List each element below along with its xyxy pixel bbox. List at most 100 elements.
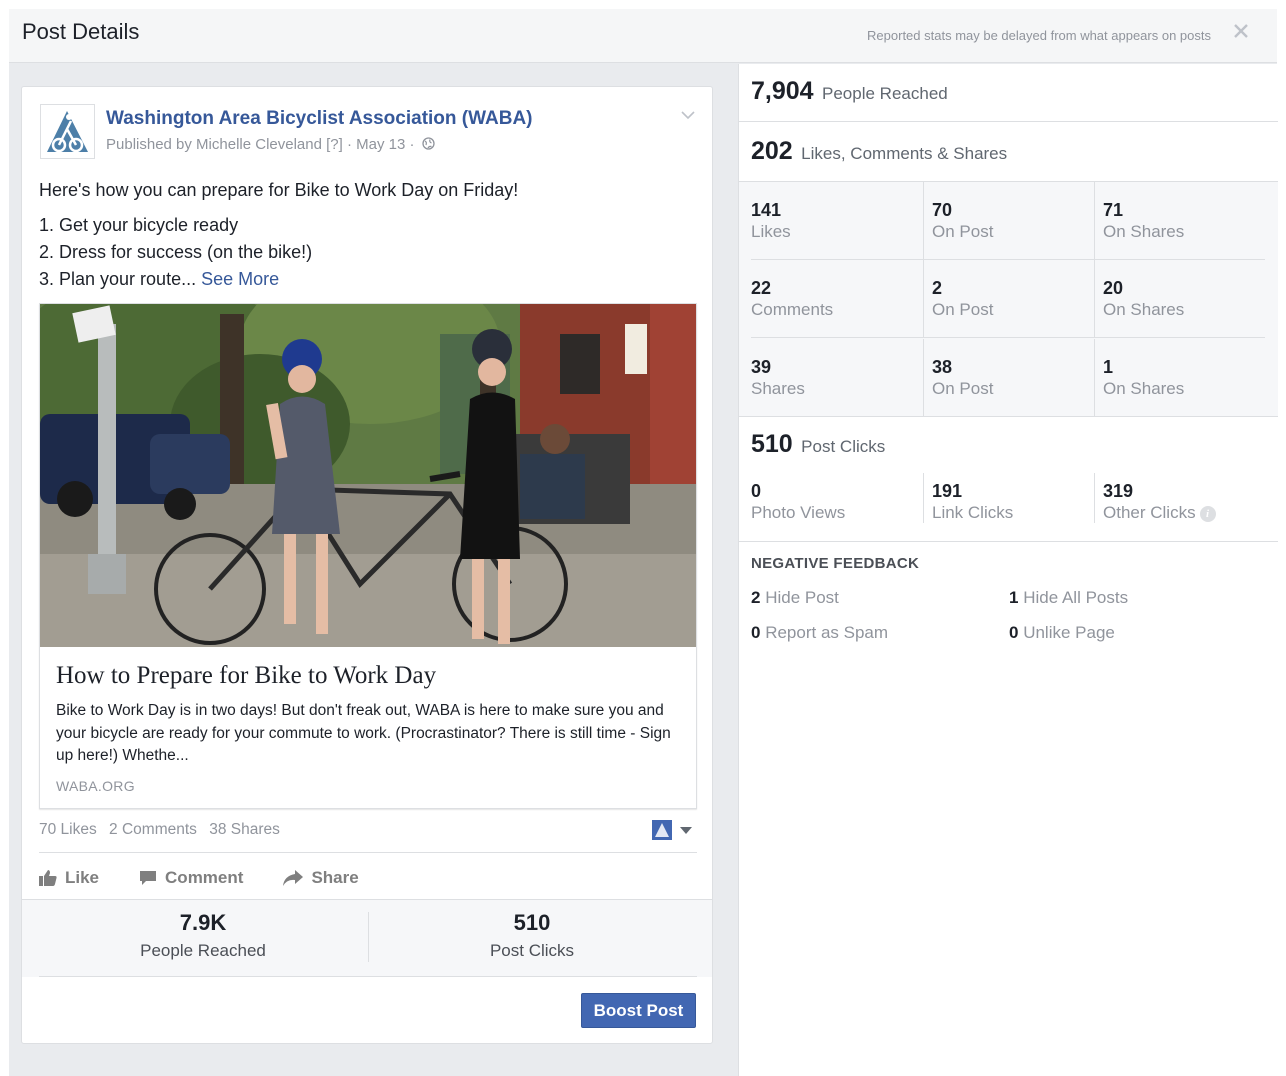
- post-clicks-value: 510: [751, 430, 793, 458]
- comments-count-link[interactable]: 2 Comments: [109, 821, 197, 838]
- link-attachment[interactable]: How to Prepare for Bike to Work Day Bike…: [39, 303, 697, 809]
- hide-all-posts-stat: 1 Hide All Posts: [1009, 588, 1128, 608]
- stat-label: Other Clicks: [1103, 503, 1196, 522]
- shares-count-link[interactable]: 38 Shares: [209, 821, 280, 838]
- post-clicks-section: 510 Post Clicks 0 Photo Views 191 Link C…: [739, 417, 1278, 542]
- page-name-link[interactable]: Washington Area Bicyclist Association (W…: [106, 108, 533, 130]
- waba-logo-icon: [41, 105, 94, 158]
- share-button[interactable]: Share: [283, 863, 359, 893]
- comments-on-shares-cell: 20 On Shares: [1094, 260, 1265, 338]
- close-icon[interactable]: [1231, 21, 1251, 41]
- link-description: Bike to Work Day is in two days! But don…: [56, 702, 671, 764]
- dialog-header: Post Details Reported stats may be delay…: [9, 9, 1277, 63]
- post-text-line: 3. Plan your route...: [39, 269, 197, 289]
- link-clicks-cell: 191 Link Clicks: [923, 473, 1093, 523]
- stat-label: Hide Post: [765, 588, 839, 607]
- comments-breakdown-row: 22 Comments 2 On Post 20 On Shares: [751, 260, 1265, 338]
- boost-post-button[interactable]: Boost Post: [581, 993, 696, 1028]
- post-clicks-label: Post Clicks: [801, 437, 886, 456]
- negative-feedback-title: NEGATIVE FEEDBACK: [751, 555, 920, 572]
- stat-value: 20: [1103, 278, 1124, 298]
- stat-label: On Shares: [1103, 222, 1185, 241]
- comment-icon: [140, 871, 157, 885]
- post-preview-pane: Washington Area Bicyclist Association (W…: [9, 64, 738, 1076]
- stat-value: 0: [1009, 623, 1019, 642]
- share-label: Share: [311, 868, 359, 887]
- unlike-page-stat: 0 Unlike Page: [1009, 623, 1115, 643]
- post-as-caret-icon[interactable]: [680, 827, 692, 834]
- likes-on-shares-cell: 71 On Shares: [1094, 182, 1265, 260]
- engagement-counts: 70 Likes 2 Comments 38 Shares: [39, 821, 288, 839]
- stat-label: On Post: [932, 222, 994, 241]
- comments-on-post-cell: 2 On Post: [923, 260, 1093, 338]
- post-card: Washington Area Bicyclist Association (W…: [21, 86, 713, 1044]
- stat-label: Link Clicks: [932, 503, 1014, 522]
- stat-label: Shares: [751, 379, 805, 398]
- post-byline: Published by Michelle Cleveland [?] · Ma…: [106, 136, 435, 153]
- link-title[interactable]: How to Prepare for Bike to Work Day: [56, 662, 436, 690]
- stat-label: Hide All Posts: [1023, 588, 1129, 607]
- shares-on-shares-cell: 1 On Shares: [1094, 339, 1265, 417]
- page-avatar[interactable]: [40, 104, 95, 159]
- summary-clicks-value: 510: [513, 910, 551, 935]
- stat-value: 2: [932, 278, 943, 298]
- post-message: Here's how you can prepare for Bike to W…: [39, 177, 518, 293]
- stat-value: 2: [751, 588, 761, 607]
- dialog-title: Post Details: [22, 19, 140, 44]
- stat-label: On Post: [932, 300, 994, 319]
- people-reached-row: 7,904 People Reached: [739, 64, 1278, 122]
- stat-value: 71: [1103, 200, 1124, 220]
- summary-post-clicks: 510 Post Clicks: [367, 900, 697, 978]
- divider: [39, 852, 697, 853]
- people-reached-value: 7,904: [751, 77, 814, 105]
- see-more-link[interactable]: See More: [201, 269, 279, 289]
- photo-views-cell: 0 Photo Views: [751, 473, 921, 523]
- post-as-avatar[interactable]: [652, 820, 672, 840]
- likes-total-cell: 141 Likes: [751, 182, 921, 260]
- post-summary-stats: 7.9K People Reached 510 Post Clicks: [22, 899, 712, 977]
- shares-on-post-cell: 38 On Post: [923, 339, 1093, 417]
- stat-value: 319: [1103, 481, 1134, 501]
- summary-clicks-label: Post Clicks: [489, 941, 575, 960]
- stat-label: On Shares: [1103, 379, 1185, 398]
- shares-breakdown-row: 39 Shares 38 On Post 1 On Shares: [751, 339, 1265, 417]
- post-details-dialog: Post Details Reported stats may be delay…: [9, 9, 1278, 1076]
- stat-value: 1: [1103, 357, 1114, 377]
- stat-label: Photo Views: [751, 503, 846, 522]
- insights-pane: 7,904 People Reached 202 Likes, Comments…: [738, 64, 1278, 1076]
- engagement-breakdown: 141 Likes 70 On Post 71 On Shares 22 Com…: [739, 181, 1278, 417]
- info-icon[interactable]: i: [1199, 506, 1216, 522]
- comment-button[interactable]: Comment: [139, 863, 243, 893]
- post-text-line: 1. Get your bicycle ready: [39, 215, 239, 235]
- link-domain: WABA.ORG: [56, 778, 135, 794]
- comment-label: Comment: [165, 868, 244, 887]
- summary-reached-label: People Reached: [140, 941, 266, 960]
- shares-total-cell: 39 Shares: [751, 339, 921, 417]
- like-button[interactable]: Like: [39, 863, 99, 893]
- chevron-down-icon[interactable]: [680, 109, 696, 121]
- stat-value: 70: [932, 200, 953, 220]
- hide-post-stat: 2 Hide Post: [751, 588, 839, 608]
- like-label: Like: [65, 868, 100, 887]
- post-text-line: Here's how you can prepare for Bike to W…: [39, 180, 519, 200]
- globe-icon: [422, 137, 435, 150]
- stat-value: 0: [751, 623, 761, 642]
- likes-breakdown-row: 141 Likes 70 On Post 71 On Shares: [751, 182, 1265, 260]
- stat-label: Comments: [751, 300, 834, 319]
- link-preview-image[interactable]: [40, 304, 696, 647]
- divider: [39, 976, 697, 977]
- stats-delay-note: Reported stats may be delayed from what …: [867, 28, 1211, 43]
- stat-label: Likes: [751, 222, 791, 241]
- summary-people-reached: 7.9K People Reached: [38, 900, 368, 978]
- stat-value: 39: [751, 357, 772, 377]
- share-arrow-icon: [283, 870, 304, 886]
- waba-logo-icon: [655, 823, 669, 837]
- stat-label: Report as Spam: [765, 623, 889, 642]
- stat-value: 1: [1009, 588, 1019, 607]
- stat-label: On Post: [932, 379, 994, 398]
- post-text-line: 2. Dress for success (on the bike!): [39, 242, 313, 262]
- likes-count-link[interactable]: 70 Likes: [39, 821, 97, 838]
- likes-on-post-cell: 70 On Post: [923, 182, 1093, 260]
- summary-reached-value: 7.9K: [179, 910, 227, 935]
- stat-value: 141: [751, 200, 782, 220]
